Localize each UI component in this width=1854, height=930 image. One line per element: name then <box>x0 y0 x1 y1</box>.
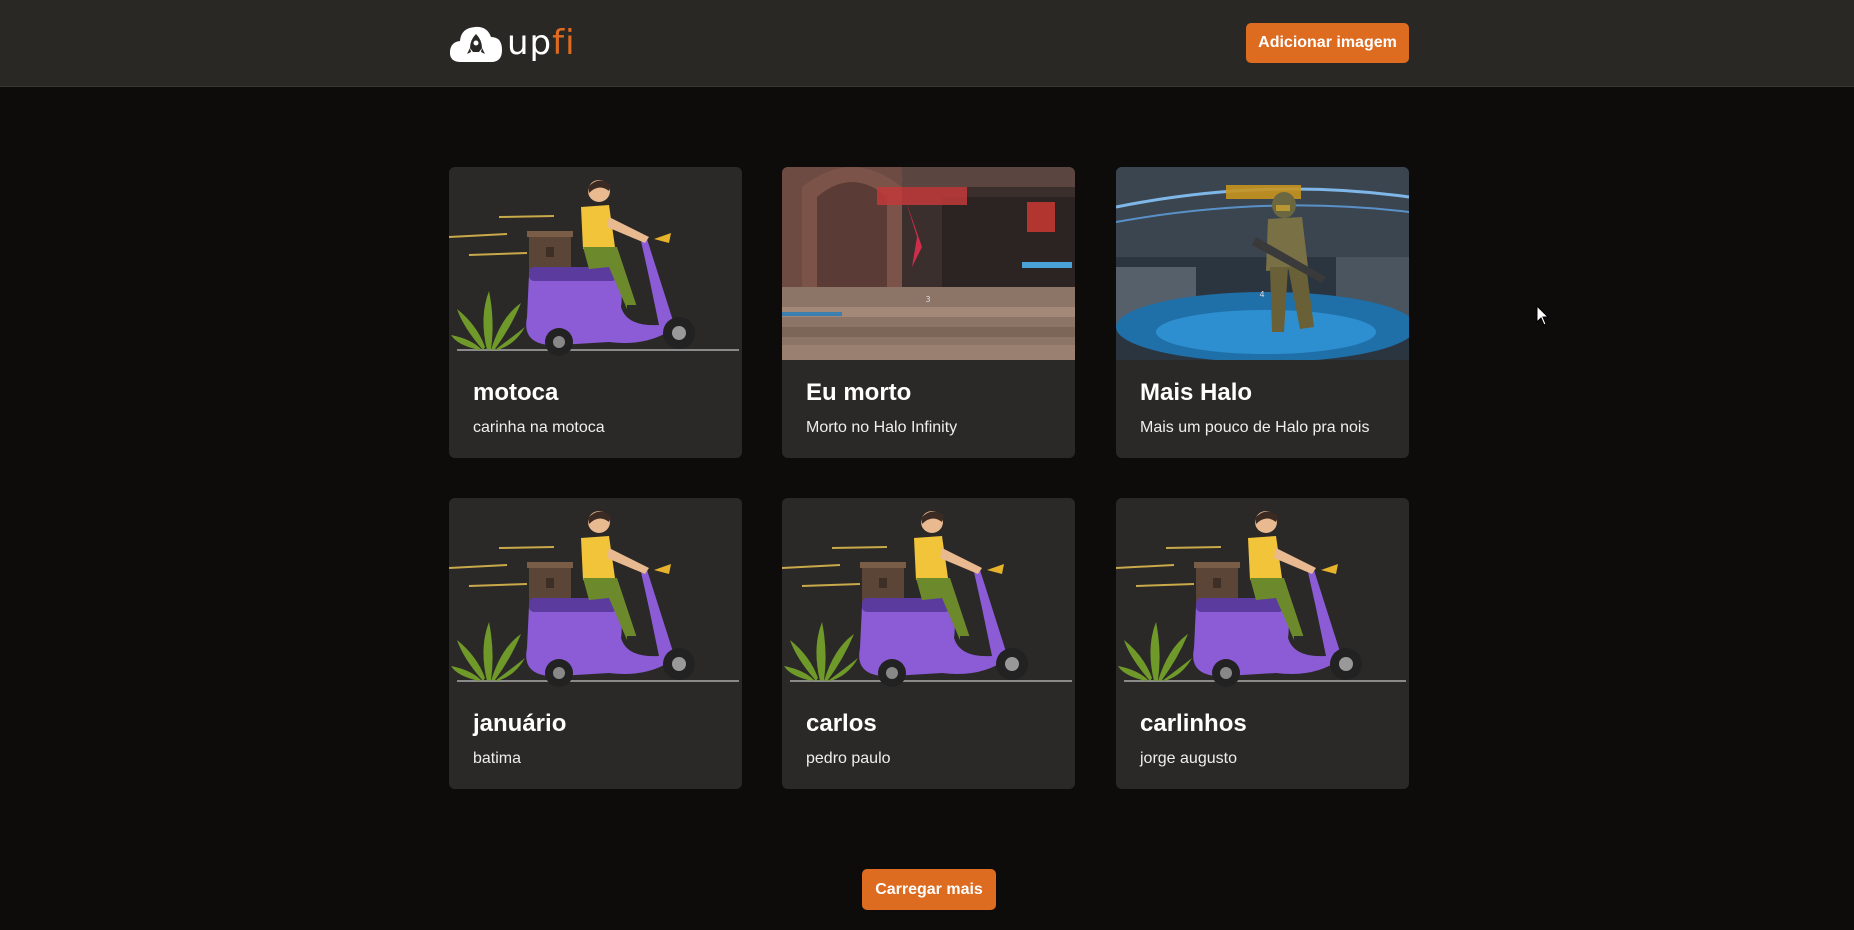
card-description: batima <box>473 750 522 767</box>
card-image[interactable] <box>782 167 1075 360</box>
card-image[interactable] <box>449 498 742 691</box>
card-image[interactable] <box>782 498 1075 691</box>
top-header: upfi Adicionar imagem <box>0 0 1854 87</box>
card-description: pedro paulo <box>806 750 891 767</box>
image-card[interactable]: carlos pedro paulo <box>782 498 1075 789</box>
card-title: Eu morto <box>806 379 912 406</box>
card-image[interactable] <box>1116 167 1409 360</box>
card-title: carlinhos <box>1140 710 1247 737</box>
card-image[interactable] <box>1116 498 1409 691</box>
logo-wordmark: upfi <box>507 26 576 60</box>
card-title: carlos <box>806 710 877 737</box>
add-image-button[interactable]: Adicionar imagem <box>1246 23 1409 63</box>
image-card[interactable]: carlinhos jorge augusto <box>1116 498 1409 789</box>
card-title: Mais Halo <box>1140 379 1253 406</box>
card-title: motoca <box>473 379 559 406</box>
upfi-logo[interactable]: upfi <box>449 22 576 64</box>
image-card[interactable]: januário batima <box>449 498 742 789</box>
logo-text-main: up <box>507 23 553 63</box>
image-card[interactable]: Eu morto Morto no Halo Infinity <box>782 167 1075 458</box>
card-description: jorge augusto <box>1140 750 1237 767</box>
load-more-button[interactable]: Carregar mais <box>862 869 996 910</box>
card-description: Mais um pouco de Halo pra nois <box>1140 419 1370 436</box>
card-title: januário <box>473 710 567 737</box>
card-description: Morto no Halo Infinity <box>806 419 958 436</box>
card-image[interactable] <box>449 167 742 360</box>
mouse-cursor-icon <box>1536 305 1550 326</box>
logo-text-accent: fi <box>552 23 576 63</box>
image-card[interactable]: Mais Halo Mais um pouco de Halo pra nois <box>1116 167 1409 458</box>
image-card[interactable]: motoca carinha na motoca <box>449 167 742 458</box>
cloud-rocket-icon <box>449 26 502 63</box>
card-description: carinha na motoca <box>473 419 605 436</box>
